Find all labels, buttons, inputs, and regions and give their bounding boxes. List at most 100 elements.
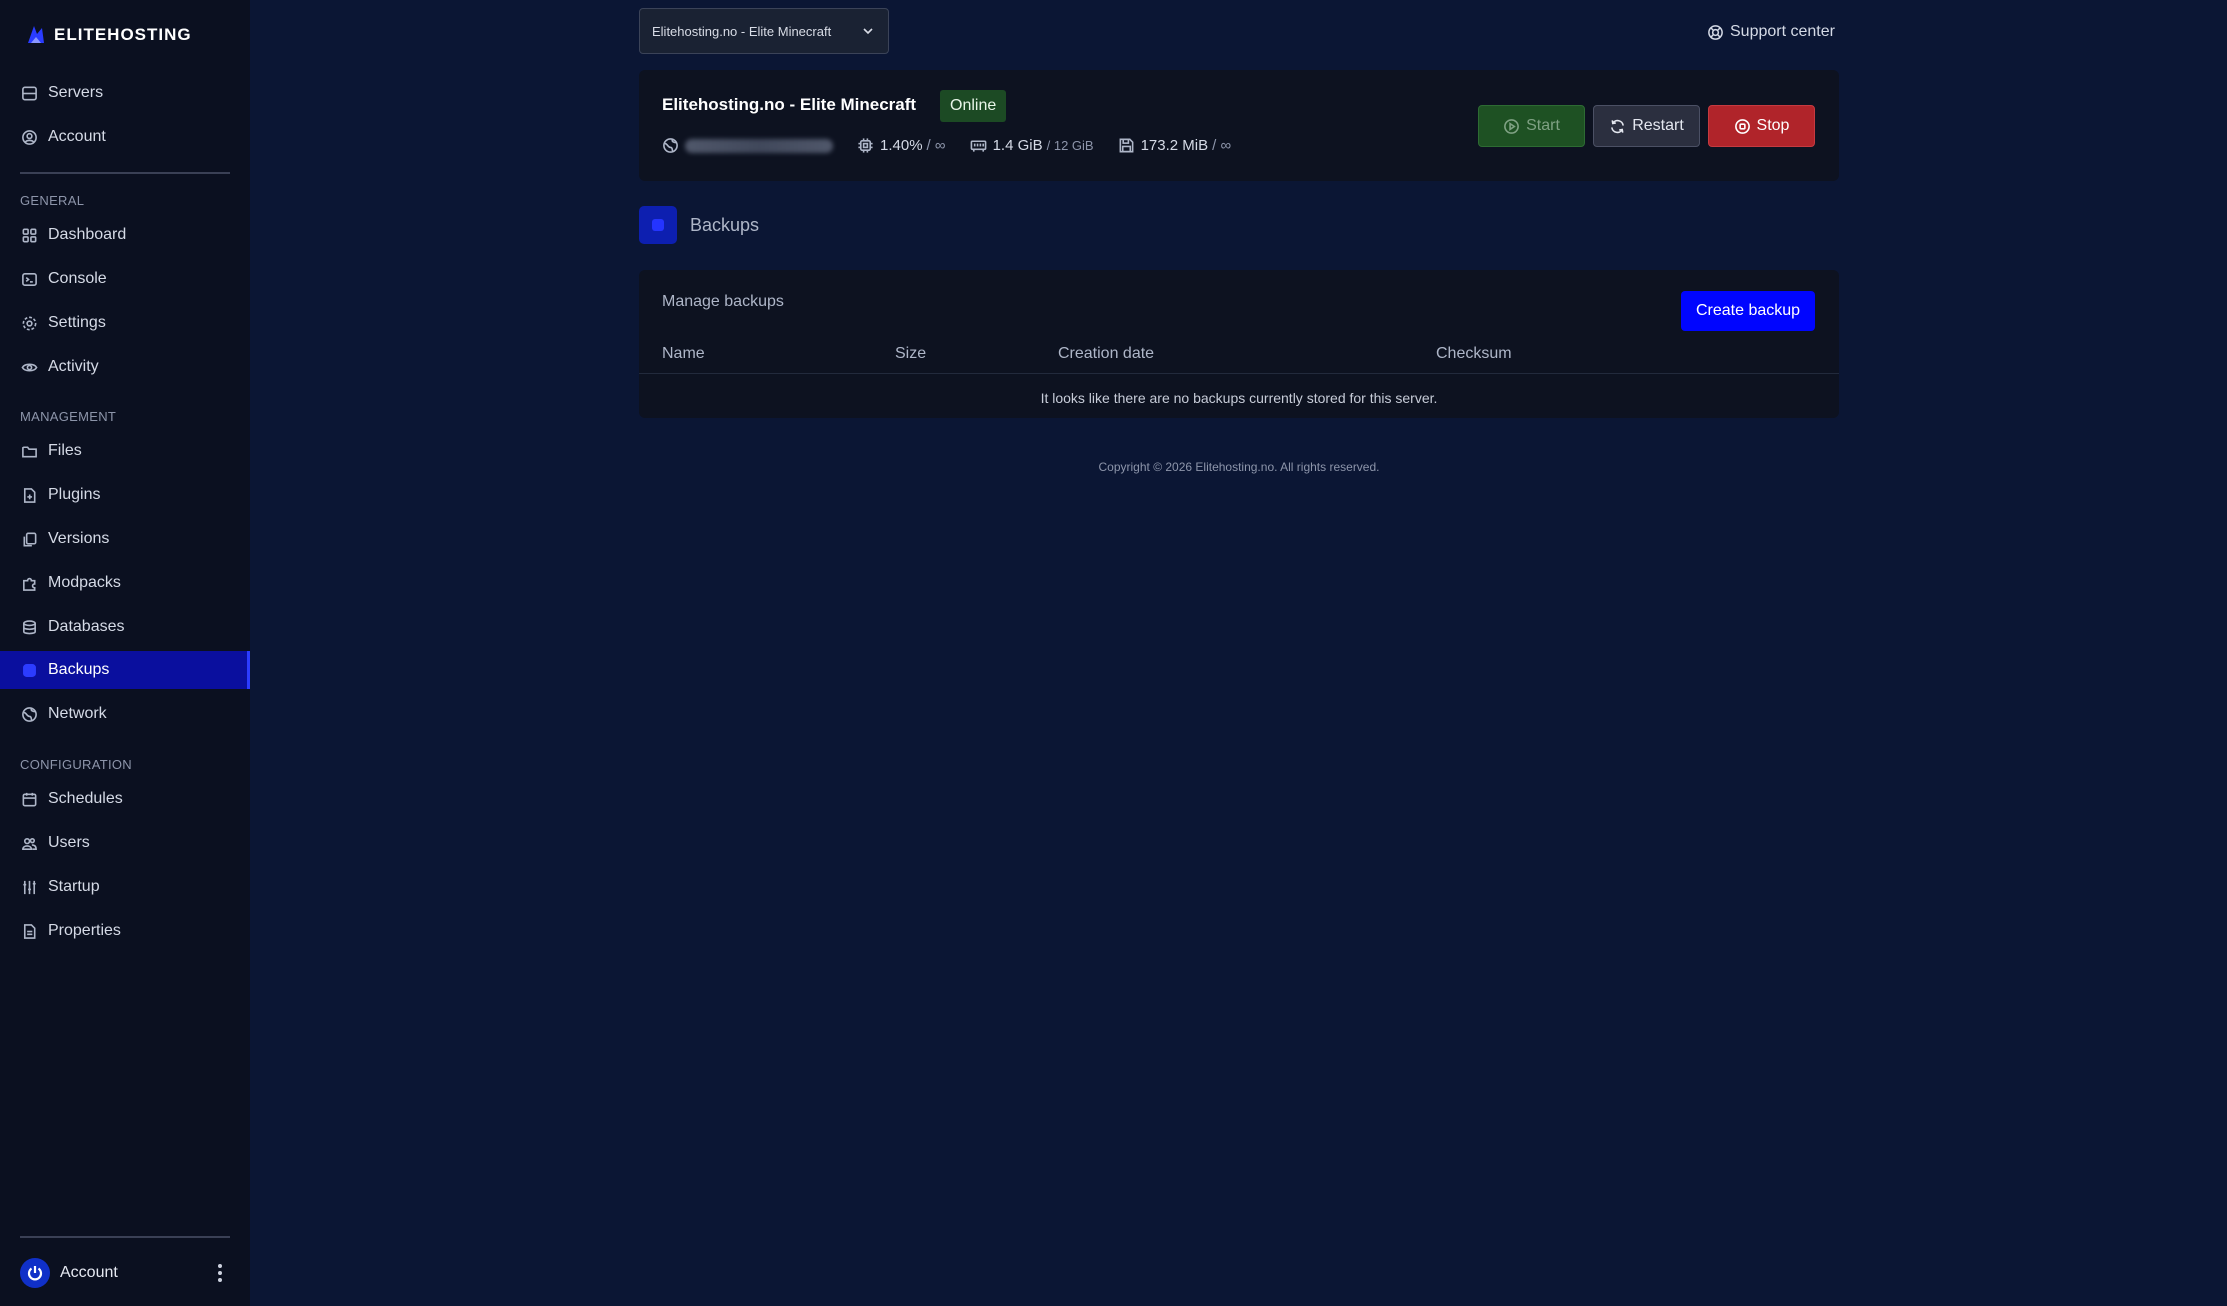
sidebar-item-label: Schedules xyxy=(48,790,123,807)
backups-card: Manage backups Create backup Name Size C… xyxy=(639,270,1839,418)
account-menu[interactable]: Account xyxy=(20,1257,230,1289)
play-circle-icon xyxy=(1504,118,1520,134)
sidebar-item-label: Backups xyxy=(48,661,110,678)
start-button[interactable]: Start xyxy=(1478,105,1585,147)
backup-icon xyxy=(20,661,38,679)
sidebar-item-label: Console xyxy=(48,270,107,287)
power-icon xyxy=(27,1266,43,1281)
sidebar-item-schedules[interactable]: Schedules xyxy=(0,780,250,818)
sidebar-item-users[interactable]: Users xyxy=(0,824,250,862)
cpu-usage: 1.40% xyxy=(880,137,923,154)
grid-icon xyxy=(20,226,38,244)
sidebar-item-databases[interactable]: Databases xyxy=(0,608,250,646)
stop-button[interactable]: Stop xyxy=(1708,105,1815,147)
sidebar-item-label: Settings xyxy=(48,314,106,331)
sidebar-item-label: Network xyxy=(48,705,107,722)
sidebar-item-plugins[interactable]: Plugins xyxy=(0,476,250,514)
status-badge: Online xyxy=(940,90,1007,122)
table-divider xyxy=(639,373,1839,374)
stat-disk: 173.2 MiB / ∞ xyxy=(1118,137,1232,154)
sidebar-item-label: Files xyxy=(48,442,82,459)
sidebar-item-account[interactable]: Account xyxy=(0,118,250,156)
globe-icon xyxy=(20,705,38,723)
stat-memory: 1.4 GiB / 12 GiB xyxy=(970,137,1094,154)
file-plus-icon xyxy=(20,486,38,504)
sidebar-item-properties[interactable]: Properties xyxy=(0,912,250,950)
column-header-creation-date[interactable]: Creation date xyxy=(1058,345,1154,363)
sidebar-item-settings[interactable]: Settings xyxy=(0,304,250,342)
create-backup-button[interactable]: Create backup xyxy=(1681,291,1815,331)
support-center-link[interactable]: Support center xyxy=(1707,20,1835,44)
sidebar-item-label: Users xyxy=(48,834,90,851)
memory-usage: 1.4 GiB xyxy=(992,137,1043,154)
sidebar-item-modpacks[interactable]: Modpacks xyxy=(0,564,250,602)
page-title: Backups xyxy=(690,214,760,235)
sidebar-item-console[interactable]: Console xyxy=(0,260,250,298)
stat-address xyxy=(662,137,833,154)
memory-icon xyxy=(970,140,986,152)
column-header-name[interactable]: Name xyxy=(662,345,705,363)
sidebar-item-label: Properties xyxy=(48,922,121,939)
sidebar-item-label: Account xyxy=(48,128,106,145)
cpu-icon xyxy=(858,138,873,153)
page-heading: Backups xyxy=(639,206,759,244)
folder-icon xyxy=(20,442,38,460)
calendar-icon xyxy=(20,790,38,808)
start-button-label: Start xyxy=(1526,117,1560,134)
empty-state-message: It looks like there are no backups curre… xyxy=(1040,390,1438,406)
stop-circle-icon xyxy=(1734,118,1750,134)
account-label: Account xyxy=(60,1264,118,1281)
cpu-limit: / ∞ xyxy=(926,137,946,154)
globe-icon xyxy=(663,138,678,153)
sidebar-item-backups[interactable]: Backups xyxy=(0,651,250,689)
server-icon xyxy=(20,84,38,102)
refresh-icon xyxy=(1611,119,1625,133)
sidebar-item-startup[interactable]: Startup xyxy=(0,868,250,906)
sliders-icon xyxy=(20,878,38,896)
sidebar-item-versions[interactable]: Versions xyxy=(0,520,250,558)
server-select-value: Elitehosting.no - Elite Minecraft xyxy=(652,23,832,39)
copy-icon xyxy=(20,530,38,548)
backup-icon xyxy=(639,206,677,244)
sidebar-item-label: Modpacks xyxy=(48,574,121,591)
sidebar-item-label: Activity xyxy=(48,358,99,375)
more-options-icon[interactable] xyxy=(210,1259,230,1287)
sidebar-item-label: Databases xyxy=(48,618,125,635)
stop-button-label: Stop xyxy=(1756,117,1790,134)
sidebar-item-label: Servers xyxy=(48,84,104,101)
sidebar-item-label: Dashboard xyxy=(48,226,127,243)
memory-limit: / 12 GiB xyxy=(1046,138,1094,153)
stat-cpu: 1.40% / ∞ xyxy=(857,137,946,154)
disk-usage: 173.2 MiB xyxy=(1140,137,1209,154)
column-header-checksum[interactable]: Checksum xyxy=(1436,345,1512,363)
sidebar-item-dashboard[interactable]: Dashboard xyxy=(0,216,250,254)
sidebar-item-servers[interactable]: Servers xyxy=(0,74,250,112)
database-icon xyxy=(20,618,38,636)
document-icon xyxy=(20,922,38,940)
save-icon xyxy=(1119,138,1134,153)
sidebar-item-label: Versions xyxy=(48,530,110,547)
sidebar-item-files[interactable]: Files xyxy=(0,432,250,470)
section-label-general: GENERAL xyxy=(20,193,85,208)
brand-name: ELITEHOSTING xyxy=(54,25,192,44)
brand-logo[interactable]: ELITEHOSTING xyxy=(22,20,192,50)
ip-address-redacted xyxy=(685,138,833,153)
eye-icon xyxy=(20,358,38,376)
server-stats: 1.40% / ∞ 1.4 GiB / 12 GiB 173.2 MiB / ∞ xyxy=(662,137,1255,154)
sidebar: ELITEHOSTING Servers Account GENERAL Das… xyxy=(0,0,250,1306)
backups-card-title: Manage backups xyxy=(662,293,784,310)
server-select[interactable]: Elitehosting.no - Elite Minecraft xyxy=(639,8,889,54)
section-label-configuration: CONFIGURATION xyxy=(20,757,132,772)
restart-button[interactable]: Restart xyxy=(1593,105,1700,147)
column-header-size[interactable]: Size xyxy=(895,345,926,363)
sidebar-item-activity[interactable]: Activity xyxy=(0,348,250,386)
lifebuoy-icon xyxy=(1708,24,1723,40)
footer-copyright: Copyright © 2026 Elitehosting.no. All ri… xyxy=(1098,460,1380,474)
disk-limit: / ∞ xyxy=(1212,137,1232,154)
sidebar-item-network[interactable]: Network xyxy=(0,695,250,733)
section-label-management: MANAGEMENT xyxy=(20,409,117,424)
sidebar-item-label: Plugins xyxy=(48,486,101,503)
server-status-card: Elitehosting.no - Elite Minecraft Online… xyxy=(639,70,1839,181)
sidebar-item-label: Startup xyxy=(48,878,100,895)
support-center-label: Support center xyxy=(1730,23,1835,40)
